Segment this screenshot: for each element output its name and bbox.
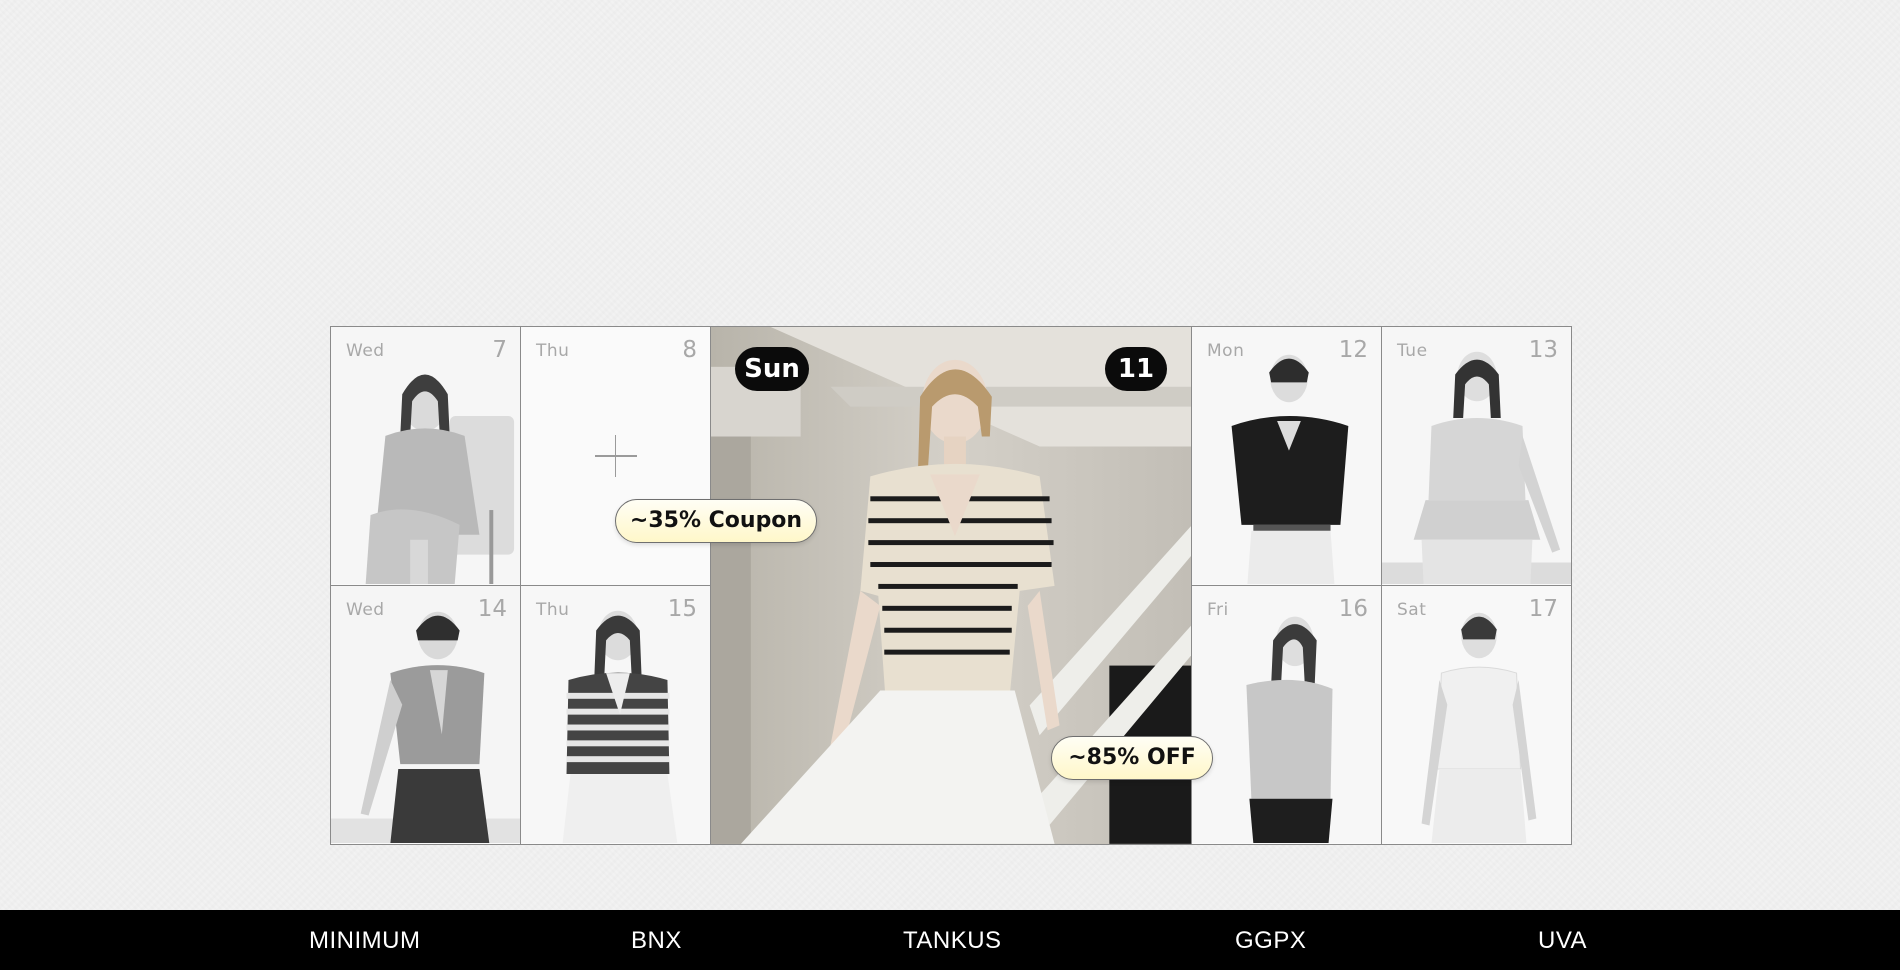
coupon-tag[interactable]: ~35% Coupon xyxy=(615,499,817,543)
cell-day-label: Wed xyxy=(346,341,385,361)
cell-date-number: 16 xyxy=(1338,596,1368,622)
plus-icon[interactable] xyxy=(594,435,637,477)
calendar-cell-sat-17[interactable]: Sat 17 xyxy=(1381,585,1572,845)
brand-footer-bar: MINIMUM BNX TANKUS GGPX UVA xyxy=(0,910,1900,970)
cell-date-number: 7 xyxy=(492,337,507,363)
calendar-cell-fri-16[interactable]: Fri 16 xyxy=(1191,585,1382,845)
calendar-cell-thu-15[interactable]: Thu 15 xyxy=(520,585,711,845)
calendar-cell-wed-14[interactable]: Wed 14 xyxy=(330,585,521,845)
model-photo xyxy=(521,586,710,844)
calendar-cell-tue-13[interactable]: Tue 13 xyxy=(1381,326,1572,586)
brand-link-tankus[interactable]: TANKUS xyxy=(903,927,1002,955)
cell-date-number: 15 xyxy=(667,596,697,622)
cell-day-label: Thu xyxy=(536,600,570,620)
featured-day-badge: Sun xyxy=(735,347,809,391)
cell-day-label: Mon xyxy=(1207,341,1245,361)
calendar-cell-wed-7[interactable]: Wed 7 xyxy=(330,326,521,586)
model-photo xyxy=(1382,586,1571,844)
discount-tag[interactable]: ~85% OFF xyxy=(1051,736,1213,780)
model-photo xyxy=(331,327,520,585)
cell-date-number: 12 xyxy=(1338,337,1368,363)
cell-day-label: Wed xyxy=(346,600,385,620)
cell-day-label: Thu xyxy=(536,341,570,361)
model-photo xyxy=(331,586,520,844)
featured-date-badge: 11 xyxy=(1105,347,1167,391)
brand-link-uva[interactable]: UVA xyxy=(1538,927,1587,955)
cell-date-number: 17 xyxy=(1528,596,1558,622)
model-photo xyxy=(1382,327,1571,585)
brand-link-minimum[interactable]: MINIMUM xyxy=(309,927,420,955)
cell-day-label: Fri xyxy=(1207,600,1229,620)
model-photo xyxy=(1192,327,1381,585)
cell-date-number: 14 xyxy=(477,596,507,622)
calendar-cell-mon-12[interactable]: Mon 12 xyxy=(1191,326,1382,586)
brand-link-ggpx[interactable]: GGPX xyxy=(1235,927,1306,955)
cell-date-number: 8 xyxy=(682,337,697,363)
daily-deal-calendar: Wed 7 Thu 8 Wed 14 Thu 15 Sun 11 Mon 12 … xyxy=(330,326,1572,845)
cell-date-number: 13 xyxy=(1528,337,1558,363)
cell-day-label: Sat xyxy=(1397,600,1427,620)
brand-link-bnx[interactable]: BNX xyxy=(631,927,682,955)
model-photo xyxy=(1192,586,1381,844)
calendar-cell-thu-8[interactable]: Thu 8 xyxy=(520,326,711,586)
cell-day-label: Tue xyxy=(1397,341,1428,361)
